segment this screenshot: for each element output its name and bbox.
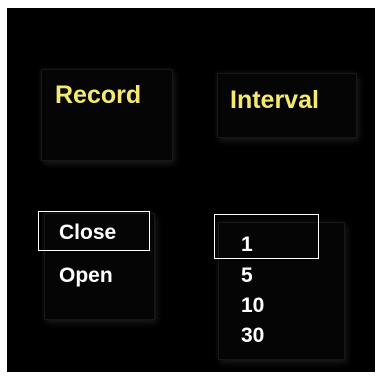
record-option-close[interactable]: Close (59, 222, 116, 243)
interval-title-panel: Interval (217, 73, 357, 138)
record-option-open[interactable]: Open (59, 265, 113, 286)
interval-option-30[interactable]: 30 (241, 325, 264, 346)
interval-selection-box[interactable] (214, 214, 319, 259)
record-title-panel: Record (41, 69, 173, 161)
interval-option-5[interactable]: 5 (241, 265, 253, 286)
interval-title: Interval (230, 86, 319, 114)
interval-option-10[interactable]: 10 (241, 295, 264, 316)
display-screen: Record Interval Close Open 1 5 10 30 (7, 8, 375, 372)
interval-option-1[interactable]: 1 (241, 234, 253, 255)
record-title: Record (55, 81, 142, 109)
